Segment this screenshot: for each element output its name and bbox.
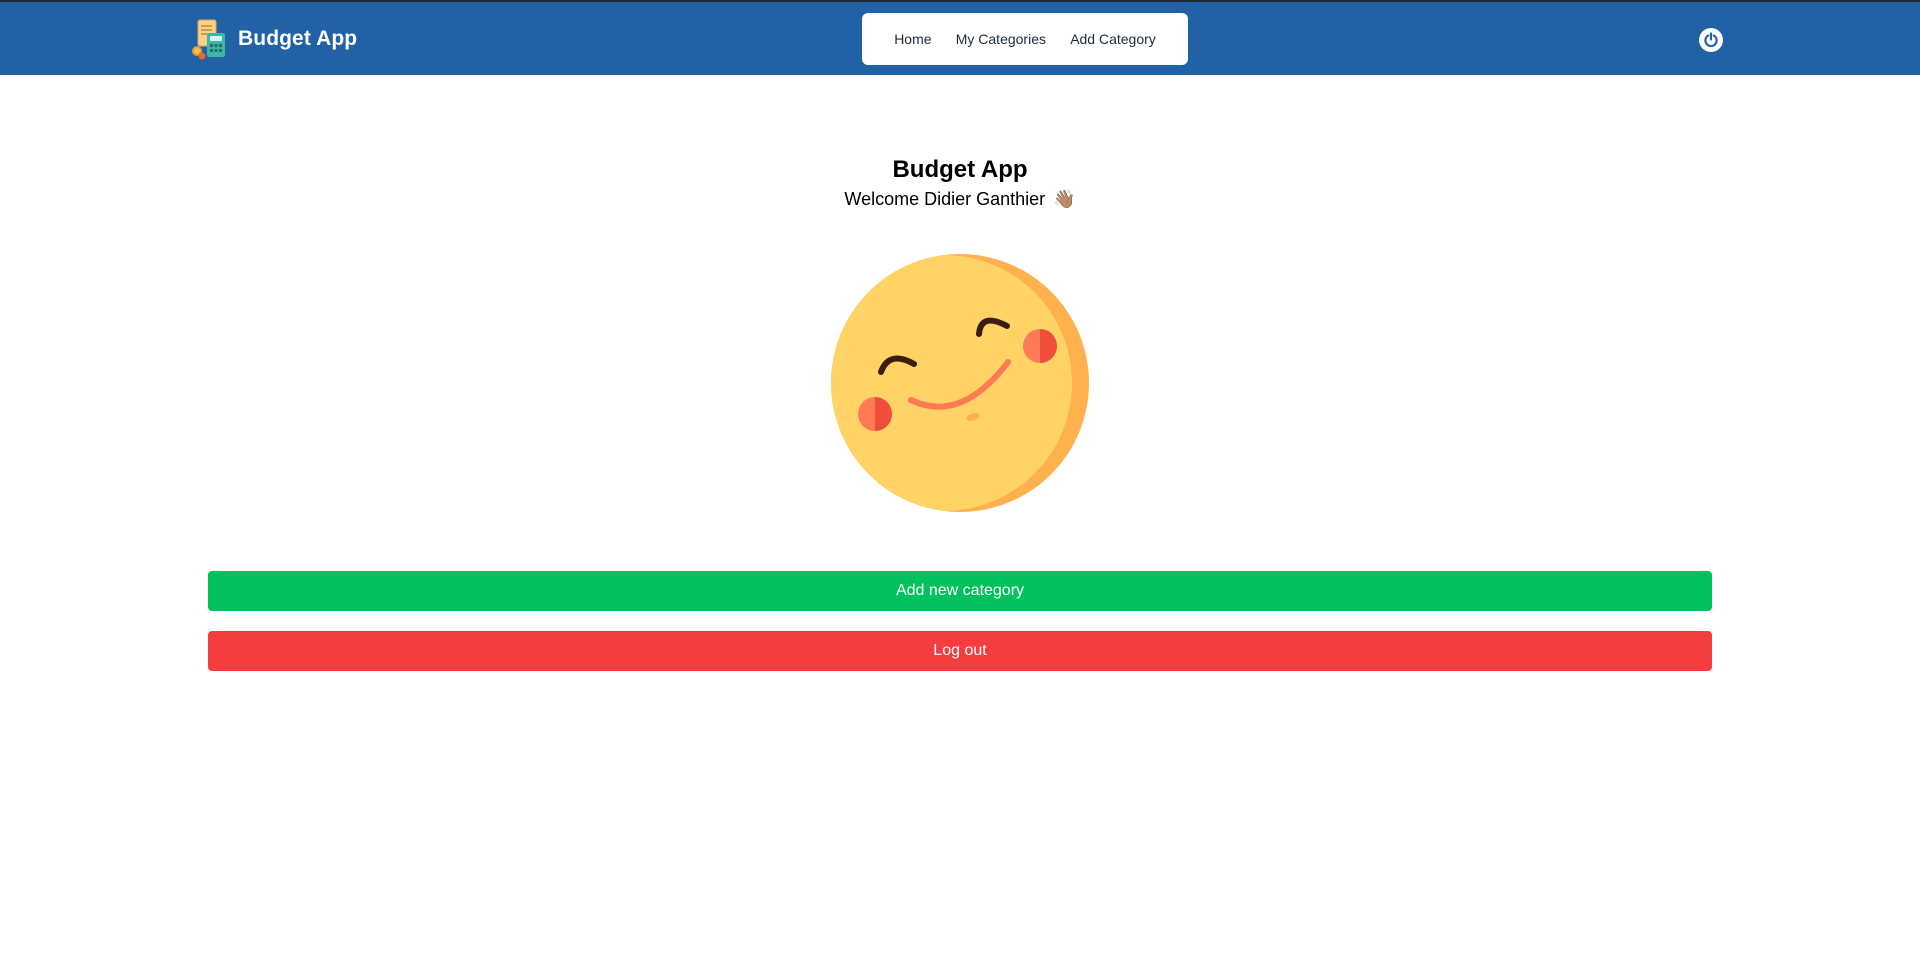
waving-hand-icon: 👋🏽 — [1053, 189, 1076, 209]
budget-calculator-icon — [192, 19, 225, 60]
logout-button[interactable]: Log out — [208, 631, 1712, 671]
page-title: Budget App — [892, 156, 1028, 183]
welcome-text: Welcome Didier Ganthier — [844, 189, 1046, 209]
hero-section: Budget App Welcome Didier Ganthier 👋🏽 — [0, 154, 1920, 212]
nav-menu: Home My Categories Add Category — [862, 13, 1188, 65]
nav-link-my-categories[interactable]: My Categories — [956, 31, 1046, 47]
power-icon — [1704, 32, 1718, 48]
brand-name: Budget App — [238, 27, 358, 50]
nav-link-add-category[interactable]: Add Category — [1070, 31, 1156, 47]
power-button[interactable] — [1699, 28, 1723, 52]
navbar: Budget App Home My Categories Add Catego… — [0, 0, 1920, 75]
smiling-face-icon — [831, 254, 1089, 512]
brand-link[interactable]: Budget App — [190, 19, 358, 60]
add-new-category-button[interactable]: Add new category — [208, 571, 1712, 611]
welcome-message: Welcome Didier Ganthier 👋🏽 — [0, 186, 1920, 212]
nav-link-home[interactable]: Home — [894, 31, 931, 47]
